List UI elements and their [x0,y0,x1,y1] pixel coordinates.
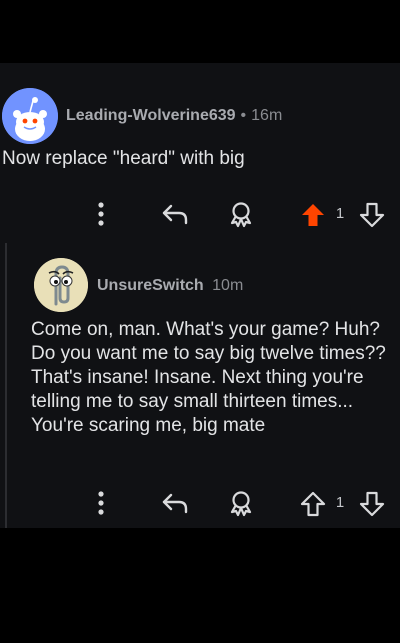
comment-age: 10m [212,277,244,294]
comment-thread: Leading-Wolverine639 • 16m Now replace "he… [0,63,400,528]
reply-arrow-icon [162,493,188,514]
upvote-arrow-icon [300,491,326,517]
comment-age: 16m [251,107,283,124]
vote-count: 1 [335,205,345,222]
snoo-avatar[interactable] [2,88,58,144]
more-options-button[interactable] [90,489,112,517]
comment-2-meta: UnsureSwitch 10m [97,277,243,295]
reply-arrow-icon [162,204,188,225]
comment-body: Come on, man. What's your game? Huh? Do … [31,319,386,436]
vote-count: 1 [335,494,345,511]
upvote-arrow-icon [302,204,324,226]
comment-1: Leading-Wolverine639 • 16m Now replace "he… [0,63,400,243]
upvote-button[interactable] [298,489,328,519]
author-name[interactable]: Leading-Wolverine639 [66,107,236,124]
comment-1-meta: Leading-Wolverine639 • 16m [66,107,282,125]
downvote-arrow-icon [359,202,385,228]
downvote-button[interactable] [357,200,387,230]
more-vertical-icon [98,491,104,515]
award-button[interactable] [224,199,258,229]
reply-button[interactable] [158,489,192,517]
upvote-button[interactable] [298,200,328,230]
meta-separator: • [240,107,247,124]
comment-body: Now replace "heard" with big [2,148,245,169]
award-button[interactable] [224,488,258,518]
snoo-icon [2,88,58,144]
award-icon [230,491,252,517]
comment-2: UnsureSwitch 10m Come on, man. What's yo… [0,243,400,528]
award-icon [230,202,252,228]
more-options-button[interactable] [90,200,112,228]
reply-button[interactable] [158,200,192,228]
downvote-arrow-icon [359,491,385,517]
downvote-button[interactable] [357,489,387,519]
clippy-icon [34,258,88,312]
more-vertical-icon [98,202,104,226]
clippy-avatar[interactable] [34,258,88,312]
author-name[interactable]: UnsureSwitch [97,277,204,294]
